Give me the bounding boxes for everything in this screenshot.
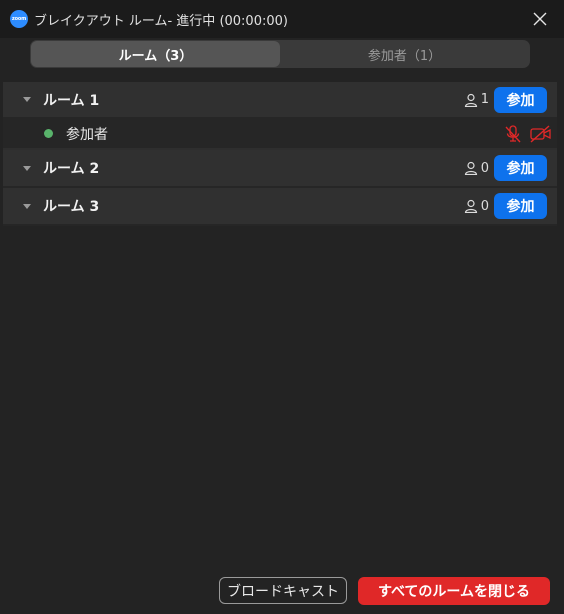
- caret-down-icon[interactable]: [23, 97, 31, 102]
- close-icon: [533, 12, 547, 26]
- room-list: ルーム 1 1 参加 参加者 ルーム 2 0 参加 ルーム 3 0 参加: [3, 82, 557, 226]
- participant-row: 参加者: [3, 119, 557, 150]
- join-button[interactable]: 参加: [494, 86, 547, 113]
- participant-count-value: 0: [480, 198, 489, 214]
- join-button[interactable]: 参加: [494, 155, 547, 181]
- participant-count-value: 1: [480, 92, 489, 107]
- tab-rooms[interactable]: ルーム（3）: [31, 41, 280, 67]
- close-all-rooms-button[interactable]: すべてのルームを閉じる: [358, 577, 550, 605]
- tab-bar: ルーム（3） 参加者（1）: [30, 40, 530, 68]
- tab-participants[interactable]: 参加者（1）: [280, 41, 529, 67]
- zoom-logo-text: zoom: [11, 16, 27, 22]
- online-status-dot: [44, 129, 53, 138]
- participant-count: 0: [464, 161, 489, 176]
- room-name: ルーム 2: [43, 161, 100, 177]
- caret-down-icon[interactable]: [23, 203, 31, 209]
- person-icon: [464, 93, 477, 107]
- window-title: ブレイクアウト ルーム- 進行中 (00:00:00): [34, 13, 288, 29]
- person-icon: [464, 199, 477, 213]
- room-row-2[interactable]: ルーム 2 0 参加: [3, 150, 557, 188]
- participant-count: 0: [464, 199, 489, 214]
- title-bar: zoom ブレイクアウト ルーム- 進行中 (00:00:00): [0, 0, 564, 38]
- broadcast-button[interactable]: ブロードキャスト: [219, 577, 347, 604]
- join-button[interactable]: 参加: [494, 193, 547, 219]
- room-row-1[interactable]: ルーム 1 1 参加: [3, 82, 557, 119]
- participant-name: 参加者: [66, 126, 108, 143]
- mic-muted-icon: [505, 125, 521, 143]
- footer: ブロードキャスト すべてのルームを閉じる: [0, 577, 564, 607]
- video-off-icon: [530, 125, 551, 143]
- participant-count: 1: [464, 92, 489, 107]
- caret-down-icon[interactable]: [23, 165, 31, 171]
- participant-count-value: 0: [480, 160, 489, 176]
- room-row-3[interactable]: ルーム 3 0 参加: [3, 188, 557, 226]
- room-name: ルーム 3: [43, 199, 100, 215]
- breakout-rooms-window: zoom ブレイクアウト ルーム- 進行中 (00:00:00) ルーム（3） …: [0, 0, 564, 614]
- zoom-logo: zoom: [10, 10, 28, 28]
- room-name: ルーム 1: [43, 92, 100, 109]
- close-button[interactable]: [530, 9, 550, 29]
- person-icon: [464, 161, 477, 175]
